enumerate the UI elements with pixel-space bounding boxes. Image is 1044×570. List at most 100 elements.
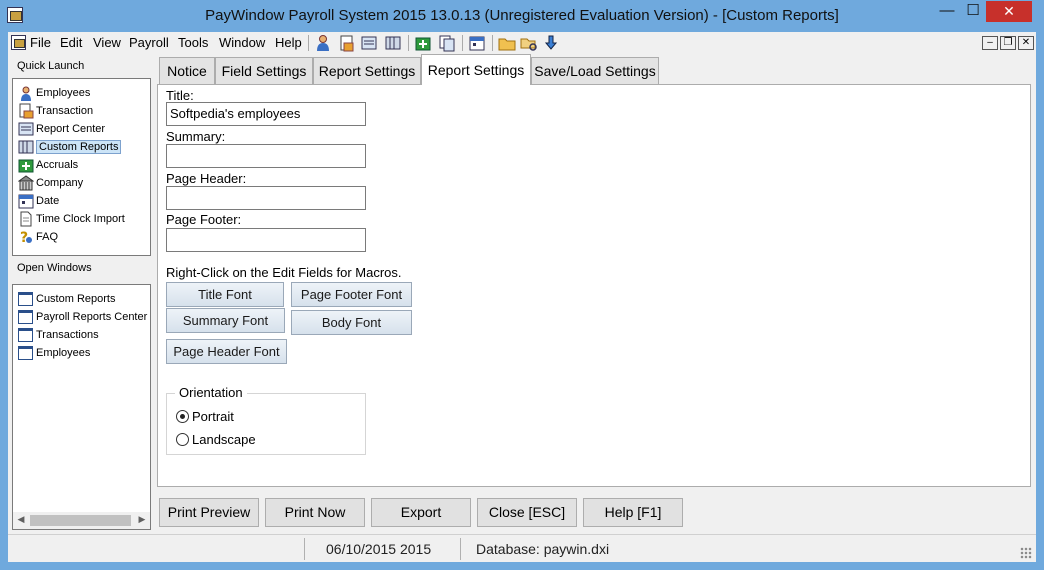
window-icon [18,328,33,342]
svg-text:?: ? [20,230,28,245]
report-center-icon [18,122,34,136]
toolbar-separator [492,35,493,51]
status-separator [460,538,461,560]
quick-launch-employees[interactable]: Employees [17,84,90,102]
open-window-transactions[interactable]: Transactions [17,326,99,344]
mdi-restore-button[interactable]: ❐ [1000,36,1016,50]
quick-launch-report-center[interactable]: Report Center [17,120,105,138]
landscape-option[interactable]: Landscape [176,432,256,448]
title-input[interactable]: Softpedia's employees [166,102,366,126]
macro-note: Right-Click on the Edit Fields for Macro… [166,265,402,280]
tab-report-settings-1[interactable]: Report Settings [313,57,421,84]
quick-launch-faq[interactable]: ? FAQ [17,228,58,246]
menu-view[interactable]: View [93,35,121,50]
maximize-button[interactable]: ☐ [960,1,986,22]
horizontal-scrollbar[interactable]: ◀ ▶ [13,512,150,529]
date-icon [18,194,34,209]
summary-label: Summary: [166,129,226,144]
menu-edit[interactable]: Edit [60,35,82,50]
accruals-icon [18,159,34,173]
folder-icon[interactable] [498,34,516,52]
employees-icon[interactable] [314,34,332,52]
page-header-font-button[interactable]: Page Header Font [166,339,287,364]
report-center-icon[interactable] [360,34,378,52]
download-arrow-icon[interactable] [542,34,560,52]
custom-reports-icon[interactable] [384,34,402,52]
status-separator [304,538,305,560]
title-bar: PayWindow Payroll System 2015 13.0.13 (U… [0,0,1044,32]
toolbar-separator [408,35,409,51]
main-area: Notice Field Settings Report Settings Re… [155,54,1036,534]
summary-font-button[interactable]: Summary Font [166,308,285,333]
portrait-radio[interactable] [176,410,189,423]
custom-reports-icon [18,140,34,154]
portrait-option[interactable]: Portrait [176,409,234,425]
summary-input[interactable] [166,144,366,168]
date-icon[interactable] [468,34,486,52]
quick-launch-accruals[interactable]: Accruals [17,156,78,174]
menu-window[interactable]: Window [219,35,265,50]
page-footer-font-button[interactable]: Page Footer Font [291,282,412,307]
orientation-group: Orientation Portrait Landscape [166,385,366,455]
minimize-button[interactable]: — [934,1,960,22]
page-footer-label: Page Footer: [166,212,242,227]
page-header-input[interactable] [166,186,366,210]
open-window-custom-reports[interactable]: Custom Reports [17,290,115,308]
document-icon [20,211,32,227]
tab-report-settings-active[interactable]: Report Settings [421,54,531,85]
copy-icon[interactable] [438,34,456,52]
status-database: Database: paywin.dxi [476,541,610,557]
menu-help[interactable]: Help [275,35,302,50]
menu-payroll[interactable]: Payroll [129,35,169,50]
open-window-payroll-reports-center[interactable]: Payroll Reports Center [17,308,147,326]
window-title: PayWindow Payroll System 2015 13.0.13 (U… [205,7,839,24]
open-windows-label: Open Windows [17,262,92,274]
question-mark-icon: ? [20,230,32,245]
scroll-left-icon[interactable]: ◀ [14,514,28,525]
folder-search-icon[interactable] [520,34,538,52]
print-preview-button[interactable]: Print Preview [159,498,259,527]
resize-grip-icon[interactable] [1020,547,1032,559]
window-icon [18,346,33,360]
title-font-button[interactable]: Title Font [166,282,284,307]
mdi-close-button[interactable]: ✕ [1018,36,1034,50]
employees-icon [21,86,31,101]
company-building-icon [18,175,34,191]
menu-tools[interactable]: Tools [178,35,208,50]
help-f1-button[interactable]: Help [F1] [583,498,683,527]
quick-launch-time-clock-import[interactable]: Time Clock Import [17,210,125,228]
tab-notice[interactable]: Notice [159,57,215,84]
open-windows-list: Custom Reports Payroll Reports Center Tr… [12,284,151,530]
landscape-radio[interactable] [176,433,189,446]
left-panel: Quick Launch Employees Transaction Repor… [8,54,155,534]
print-now-button[interactable]: Print Now [265,498,365,527]
document-icon[interactable] [11,35,26,50]
export-button[interactable]: Export [371,498,471,527]
open-window-employees[interactable]: Employees [17,344,90,362]
close-esc-button[interactable]: Close [ESC] [477,498,577,527]
status-bar: 06/10/2015 2015 Database: paywin.dxi [8,534,1036,562]
page-footer-input[interactable] [166,228,366,252]
menu-file[interactable]: File [30,35,51,50]
tab-save-load-settings[interactable]: Save/Load Settings [531,57,659,84]
transaction-icon[interactable] [338,34,356,52]
menu-bar: File Edit View Payroll Tools Window Help… [8,32,1036,54]
accruals-icon[interactable] [414,34,432,52]
scroll-right-icon[interactable]: ▶ [135,514,149,525]
quick-launch-date[interactable]: Date [17,192,59,210]
close-button[interactable]: ✕ [986,1,1032,22]
scrollbar-thumb[interactable] [30,515,131,526]
body-font-button[interactable]: Body Font [291,310,412,335]
title-label: Title: [166,88,194,103]
toolbar-separator [308,35,309,51]
window-icon [18,292,33,306]
status-date: 06/10/2015 2015 [326,541,432,557]
quick-launch-list: Employees Transaction Report Center Cust… [12,78,151,256]
quick-launch-transaction[interactable]: Transaction [17,102,93,120]
tab-field-settings[interactable]: Field Settings [215,57,313,84]
mdi-minimize-button[interactable]: – [982,36,998,50]
orientation-label: Orientation [175,385,247,400]
quick-launch-custom-reports[interactable]: Custom Reports [17,138,122,156]
quick-launch-company[interactable]: Company [17,174,83,192]
window-icon [18,310,33,324]
